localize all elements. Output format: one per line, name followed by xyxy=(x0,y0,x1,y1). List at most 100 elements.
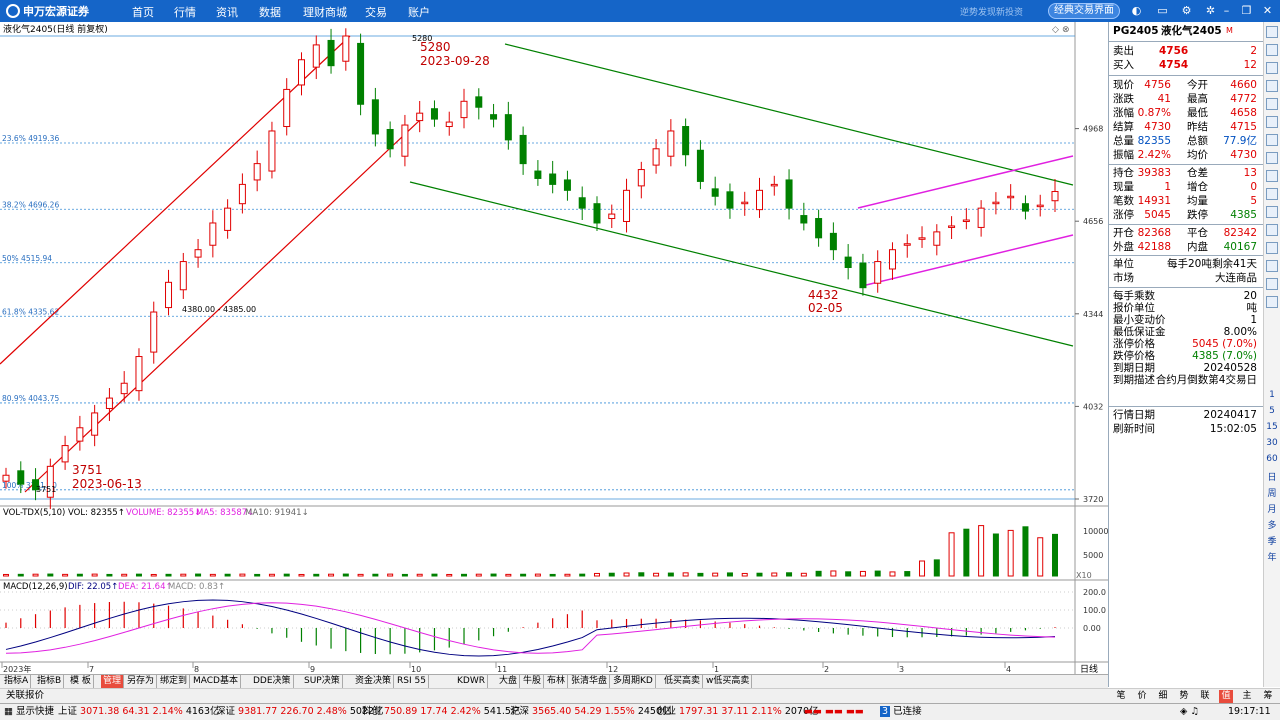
indicator-tab[interactable]: 指标B xyxy=(35,675,65,688)
spec-row: 每手乘数 20 xyxy=(1113,290,1261,302)
period-button[interactable]: 日 xyxy=(1264,470,1280,483)
candle-body xyxy=(726,191,734,209)
close-icon[interactable]: ✕ xyxy=(1261,4,1274,17)
index-shanghai[interactable]: 上证 3071.38 64.31 2.14% 4163亿 xyxy=(58,704,220,720)
index-hushen[interactable]: 沪深 3565.40 54.29 1.55% 2450亿 xyxy=(510,704,672,720)
restore-icon[interactable]: ❐ xyxy=(1240,4,1253,17)
chart-area[interactable]: 23.6% 4919.36 38.2% 4696.26 50% 4515.94 61.… xyxy=(0,22,1108,687)
indicator-tab[interactable]: KDWR xyxy=(455,675,488,688)
indicator-tab[interactable]: 低买高卖 xyxy=(662,675,704,688)
indicator-tab[interactable]: 大盘 xyxy=(497,675,521,688)
nav-account[interactable]: 账户 xyxy=(408,4,430,20)
nav-news[interactable]: 资讯 xyxy=(216,4,238,20)
classic-trade-button[interactable]: 经典交易界面 xyxy=(1048,3,1120,19)
spec-row: 跌停价格 4385 (7.0%) xyxy=(1113,350,1261,362)
right-tab[interactable]: 值 xyxy=(1219,690,1233,703)
connection-status[interactable]: 3 已连接 xyxy=(880,704,922,720)
indicator-tab[interactable]: 资金决策 xyxy=(353,675,395,688)
arrow-icon[interactable] xyxy=(1266,206,1278,218)
chart-icon[interactable] xyxy=(1266,26,1278,38)
alert-icons[interactable]: ▬▬ ▬▬ ▬▬ xyxy=(804,704,864,720)
period-button[interactable]: 周 xyxy=(1264,486,1280,499)
nav-home[interactable]: 首页 xyxy=(132,4,154,20)
period-button[interactable]: 15 xyxy=(1264,422,1280,432)
right-tab[interactable]: 笔 xyxy=(1114,690,1128,703)
indicator-tab[interactable]: 管理 xyxy=(101,675,125,688)
nav-data[interactable]: 数据 xyxy=(259,4,281,20)
indicator-tab[interactable]: 指标A xyxy=(2,675,32,688)
period-button[interactable]: 月 xyxy=(1264,502,1280,515)
period-button[interactable]: 1 xyxy=(1264,390,1280,400)
indicator-tab[interactable]: w低买高卖 xyxy=(704,675,753,688)
indicator-tab[interactable]: 牛股 xyxy=(521,675,545,688)
period-button[interactable]: 季 xyxy=(1264,534,1280,547)
message-icon[interactable]: ▭ xyxy=(1156,4,1169,17)
draw-icon[interactable] xyxy=(1266,80,1278,92)
volume-bar xyxy=(593,572,600,577)
candle-body xyxy=(948,225,956,228)
index-chuangye[interactable]: 创业 1797.31 37.11 2.11% 2070亿 xyxy=(657,704,819,720)
settings-icon[interactable]: ⚙ xyxy=(1180,4,1193,17)
period-button[interactable]: 60 xyxy=(1264,454,1280,464)
gear-icon[interactable] xyxy=(1266,278,1278,290)
cursor-icon[interactable] xyxy=(1266,188,1278,200)
right-tab[interactable]: 筹 xyxy=(1261,690,1275,703)
grid-icon[interactable] xyxy=(1266,62,1278,74)
mark-icon[interactable] xyxy=(1266,242,1278,254)
quote-date-label: 行情日期 xyxy=(1113,409,1155,421)
nav-trade[interactable]: 交易 xyxy=(365,4,387,20)
pin-icon[interactable] xyxy=(1266,296,1278,308)
volume-bar xyxy=(387,573,394,577)
candle-body xyxy=(490,114,498,120)
indicator-tab[interactable]: RSI 55 xyxy=(395,675,429,688)
indicator-tab[interactable]: 另存为 xyxy=(125,675,158,688)
volume-bar xyxy=(1007,529,1014,577)
candle-body xyxy=(194,249,202,258)
spec-row: 涨停价格 5045 (7.0%) xyxy=(1113,338,1261,350)
table-icon[interactable] xyxy=(1266,98,1278,110)
minimize-icon[interactable]: – xyxy=(1220,4,1233,17)
right-tab[interactable]: 价 xyxy=(1135,690,1149,703)
pen-icon[interactable] xyxy=(1266,170,1278,182)
candle-body xyxy=(416,112,424,122)
list-icon[interactable] xyxy=(1266,44,1278,56)
indicator-tab[interactable]: MACD基本 xyxy=(191,675,241,688)
show-quick-toggle[interactable]: ▦ 显示快捷 xyxy=(4,704,54,720)
skin-icon[interactable]: ◐ xyxy=(1130,4,1143,17)
panel-icon[interactable] xyxy=(1266,134,1278,146)
tool-icon[interactable] xyxy=(1266,260,1278,272)
layout-icon[interactable] xyxy=(1266,116,1278,128)
period-button[interactable]: 年 xyxy=(1264,550,1280,563)
nav-wealth-mall[interactable]: 理财商城 xyxy=(303,4,347,20)
indicator-tab[interactable]: 多周期KD xyxy=(611,675,656,688)
period-button[interactable]: 5 xyxy=(1264,406,1280,416)
right-tab[interactable]: 联 xyxy=(1198,690,1212,703)
quote-row: 开仓 82368 平仓 82342 xyxy=(1113,226,1261,240)
right-tab[interactable]: 细 xyxy=(1156,690,1170,703)
ruler-icon[interactable] xyxy=(1266,224,1278,236)
indicator-tab[interactable]: 绑定到 xyxy=(158,675,191,688)
gear-icon[interactable]: ✲ xyxy=(1204,4,1217,17)
indicator-tab[interactable]: DDE决策 xyxy=(251,675,294,688)
spec-value: 20 xyxy=(1243,290,1257,302)
indicator-tab[interactable]: SUP决策 xyxy=(302,675,343,688)
related-quote-bar[interactable]: 关联报价 xyxy=(0,688,1108,703)
index-kechuang[interactable]: 科创 750.89 17.74 2.42% 541.5亿 xyxy=(362,704,520,720)
zoom-icon[interactable] xyxy=(1266,152,1278,164)
volume-bar xyxy=(741,572,748,577)
indicator-tab[interactable]: 模 板 xyxy=(68,675,94,688)
volume-bar xyxy=(224,573,231,577)
indicator-tab[interactable]: 张清华盘 xyxy=(569,675,611,688)
right-tab[interactable]: 主 xyxy=(1240,690,1254,703)
index-shenzhen[interactable]: 深证 9381.77 226.70 2.48% 5022亿 xyxy=(216,704,384,720)
right-tab[interactable]: 势 xyxy=(1177,690,1191,703)
spec-row: 到期日期 20240528 xyxy=(1113,362,1261,374)
period-button[interactable]: 30 xyxy=(1264,438,1280,448)
related-quote-label[interactable]: 关联报价 xyxy=(6,690,44,701)
refresh-value: 15:02:05 xyxy=(1209,423,1257,435)
kline-chart[interactable]: 23.6% 4919.36 38.2% 4696.26 50% 4515.94 61.… xyxy=(0,22,1108,687)
period-button[interactable]: 多 xyxy=(1264,518,1280,531)
indicator-tab[interactable]: 布林 xyxy=(545,675,569,688)
nav-quotes[interactable]: 行情 xyxy=(174,4,196,20)
candle-body xyxy=(977,207,985,228)
